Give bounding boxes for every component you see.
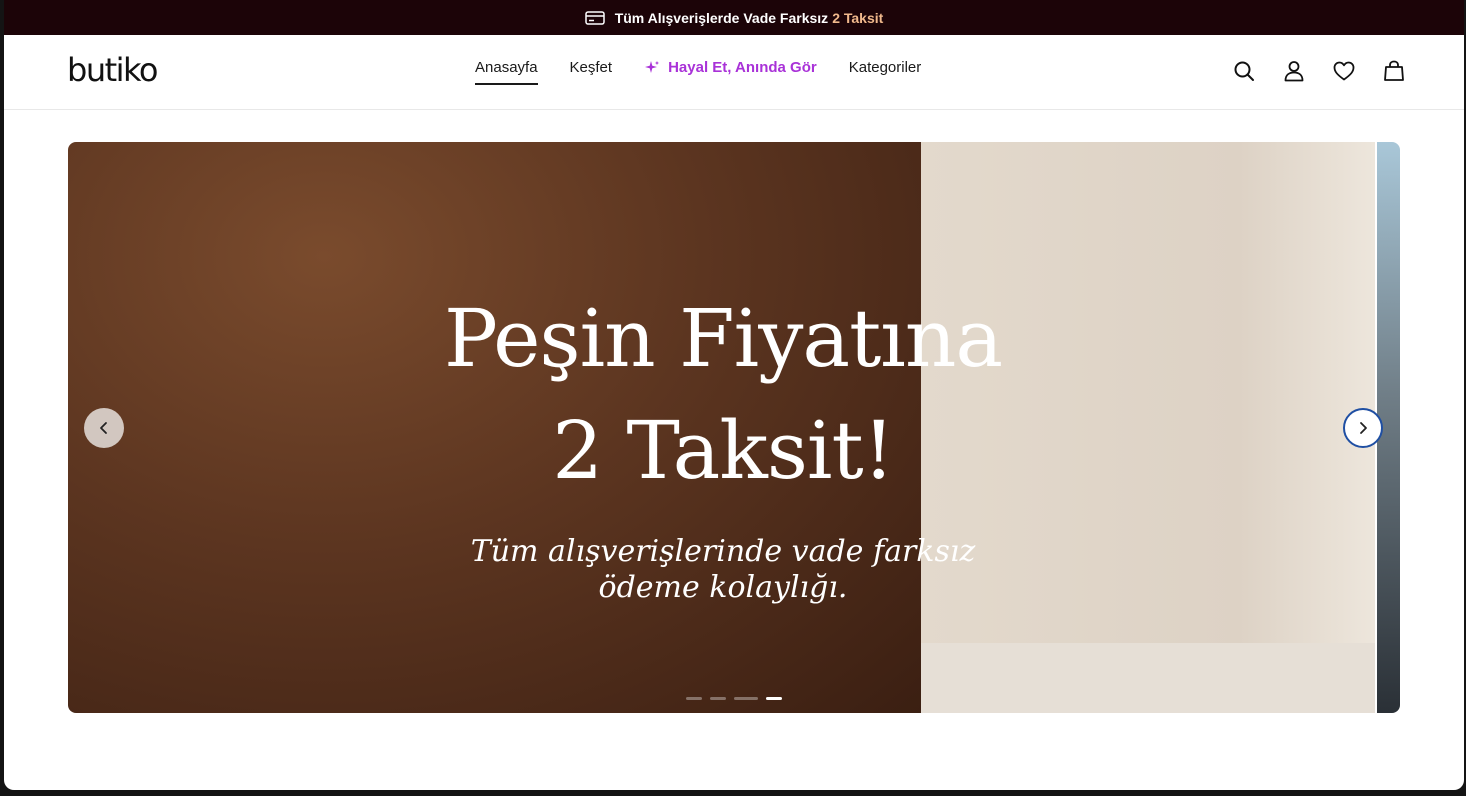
hero-subline-line-1: Tüm alışverişlerinde vade farksız [470,534,976,569]
hero-subline-line-2: ödeme kolaylığı. [598,570,848,605]
hero-headline-line-2: 2 Taksit! [552,404,895,497]
chevron-right-icon [1360,422,1367,434]
browser-page: Tüm Alışverişlerde Vade Farksız 2 Taksit … [4,0,1464,790]
promo-text: Tüm Alışverişlerde Vade Farksız 2 Taksit [614,9,884,26]
credit-card-icon [584,10,605,25]
carousel-prev-button[interactable] [84,408,124,448]
main-nav: Anasayfa Keşfet Hayal Et, Anında Gör Kat… [475,59,921,85]
sparkle-icon [645,60,660,73]
carousel-dot-3[interactable] [734,697,758,700]
logo[interactable]: butiko [67,51,159,89]
nav-hayal-et[interactable]: Hayal Et, Anında Gör [644,59,817,85]
carousel-dot-1[interactable] [686,697,702,700]
nav-anasayfa[interactable]: Anasayfa [475,59,538,85]
carousel-indicators [686,697,782,700]
hero-headline-line-1: Peşin Fiyatına [443,292,1003,385]
studio-floor [921,643,1375,713]
carousel-dot-4[interactable] [766,697,782,700]
promo-banner: Tüm Alışverişlerde Vade Farksız 2 Taksit [4,0,1464,35]
hero-carousel: Peşin Fiyatına 2 Taksit! Tüm alışverişle… [68,142,1400,713]
nav-kategoriler[interactable]: Kategoriler [849,59,922,85]
user-icon[interactable] [1282,59,1306,83]
chevron-left-icon [100,422,107,434]
carousel-dot-2[interactable] [710,697,726,700]
nav-kesfet[interactable]: Keşfet [570,59,613,85]
search-icon[interactable] [1232,59,1256,83]
promo-accent: 2 Taksit [832,9,884,26]
nav-hayal-et-label: Hayal Et, Anında Gör [668,59,817,76]
carousel-next-button[interactable] [1343,408,1383,448]
header-actions [1232,59,1406,83]
site-header: butiko Anasayfa Keşfet Hayal Et, Anında … [4,35,1464,110]
heart-icon[interactable] [1332,59,1356,83]
bag-icon[interactable] [1382,59,1406,83]
